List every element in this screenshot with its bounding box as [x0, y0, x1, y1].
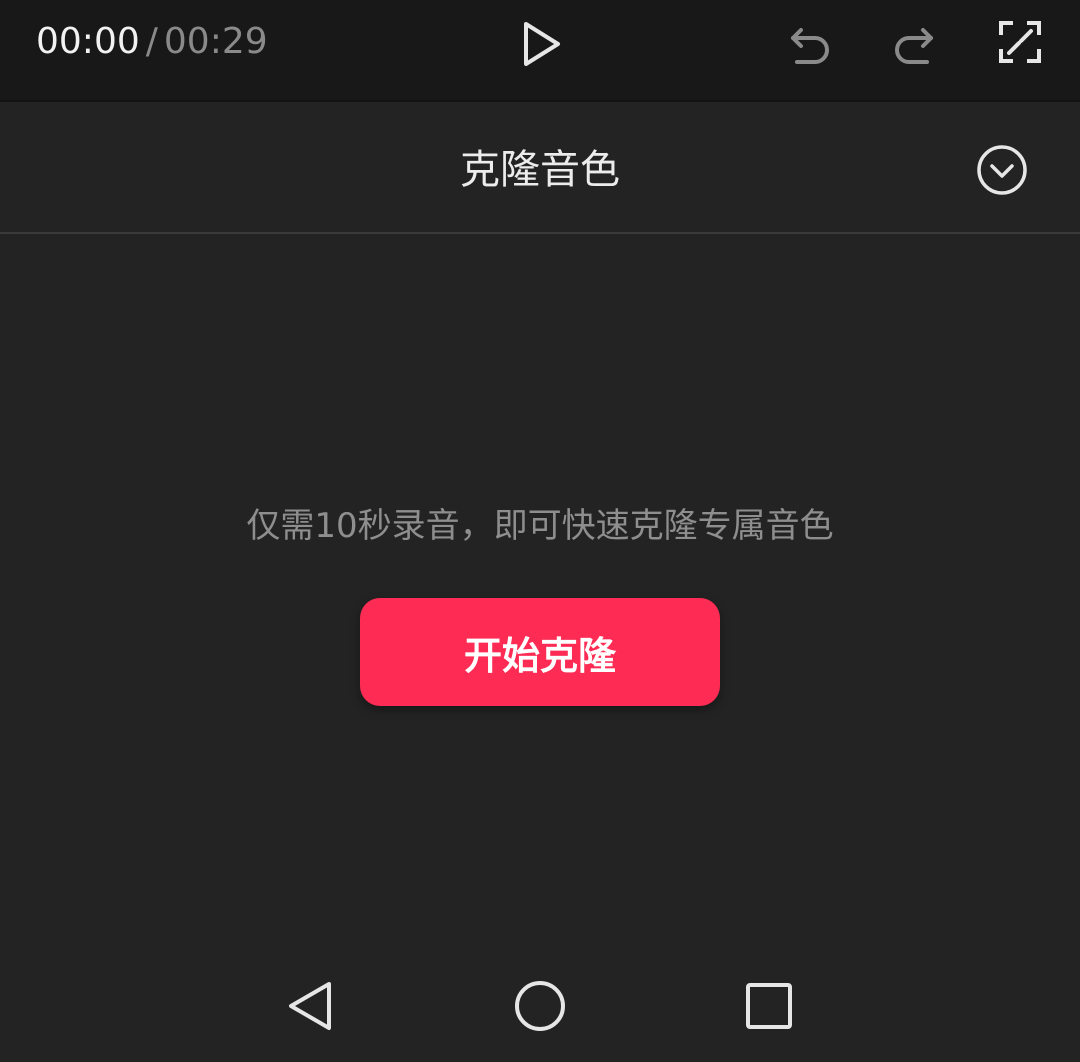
recents-square-icon	[746, 983, 792, 1029]
undo-icon	[791, 28, 829, 64]
play-icon	[524, 22, 560, 66]
clone-voice-screen: 00:00/00:29 克隆音色 仅需10秒录音，即可快速克隆专属音色 开始克隆	[0, 0, 1080, 1062]
undo-button[interactable]	[782, 18, 838, 70]
back-triangle-icon	[289, 982, 331, 1030]
nav-home-button[interactable]	[512, 978, 568, 1034]
collapse-panel-button[interactable]	[974, 142, 1030, 198]
player-bar: 00:00/00:29	[0, 0, 1080, 102]
home-circle-icon	[515, 981, 565, 1031]
playback-time: 00:00/00:29	[36, 22, 268, 62]
current-time: 00:00	[36, 21, 140, 62]
fullscreen-button[interactable]	[992, 14, 1048, 70]
chevron-down-circle-icon	[977, 145, 1027, 195]
nav-recents-button[interactable]	[741, 978, 797, 1034]
fullscreen-icon	[999, 21, 1041, 63]
nav-back-button[interactable]	[282, 978, 338, 1034]
redo-button[interactable]	[886, 18, 942, 70]
total-time: 00:29	[163, 21, 268, 62]
play-button[interactable]	[514, 16, 570, 72]
system-nav-bar	[0, 950, 1080, 1062]
redo-icon	[895, 28, 933, 64]
panel-title: 克隆音色	[460, 147, 620, 193]
clone-hint-text: 仅需10秒录音，即可快速克隆专属音色	[246, 506, 834, 546]
panel-header: 克隆音色	[0, 102, 1080, 234]
start-clone-button[interactable]: 开始克隆	[360, 598, 720, 706]
time-separator: /	[145, 21, 158, 62]
